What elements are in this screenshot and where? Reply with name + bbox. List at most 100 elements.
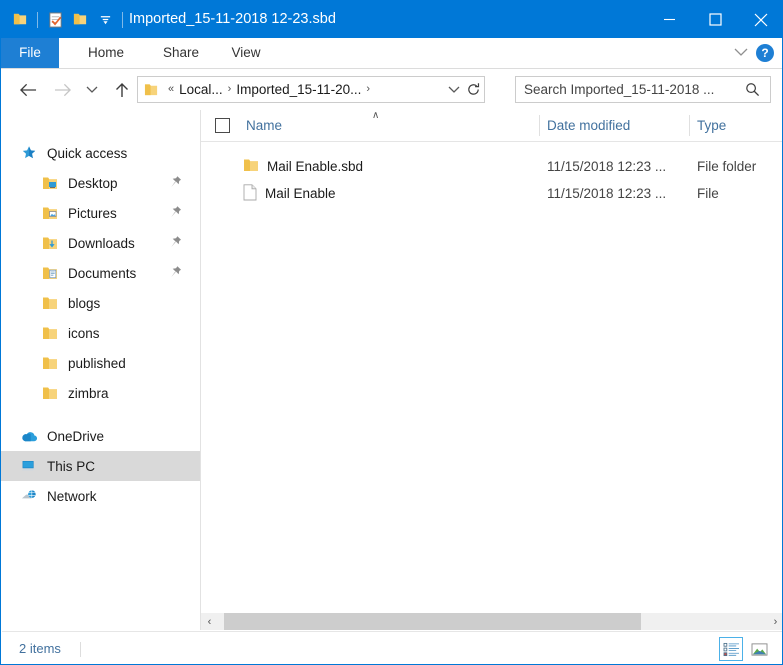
item-count-label: 2 items [19, 641, 61, 656]
column-header-name[interactable]: Name [246, 110, 282, 141]
file-icon [243, 183, 257, 204]
sidebar-item-zimbra[interactable]: zimbra [1, 378, 200, 408]
up-button[interactable] [109, 77, 135, 103]
column-header-type[interactable]: Type [697, 110, 726, 141]
sidebar-item-onedrive[interactable]: OneDrive [1, 421, 200, 451]
desktop-folder-icon [41, 174, 59, 192]
thumbnails-view-button[interactable] [747, 637, 771, 661]
table-row[interactable]: Mail Enable 11/15/2018 12:23 ... File [201, 180, 782, 207]
new-folder-icon[interactable] [69, 8, 91, 32]
table-row[interactable]: Mail Enable.sbd 11/15/2018 12:23 ... Fil… [201, 153, 782, 180]
file-explorer-window: Imported_15-11-2018 12-23.sbd File Home [0, 0, 783, 665]
sidebar-item-this-pc[interactable]: This PC [1, 451, 200, 481]
recent-locations-button[interactable] [79, 77, 105, 103]
sidebar-item-label: Quick access [47, 145, 128, 161]
sidebar-item-label: Downloads [68, 235, 135, 251]
qat-separator-2 [122, 11, 123, 28]
pictures-folder-icon [41, 204, 59, 222]
file-date-cell: 11/15/2018 12:23 ... [547, 159, 667, 174]
sidebar-item-pictures[interactable]: Pictures [1, 198, 200, 228]
sidebar-item-published[interactable]: published [1, 348, 200, 378]
folder-icon [41, 324, 59, 342]
file-date-cell: 11/15/2018 12:23 ... [547, 186, 667, 201]
maximize-button[interactable] [692, 1, 738, 38]
help-icon[interactable]: ? [756, 44, 774, 62]
search-icon[interactable] [745, 82, 770, 97]
file-name-cell[interactable]: Mail Enable [243, 183, 336, 204]
breadcrumb-overflow[interactable]: « [163, 84, 179, 95]
breadcrumb-folder-icon [144, 83, 159, 97]
customize-qat-icon[interactable] [94, 8, 116, 32]
pin-icon[interactable] [169, 235, 182, 253]
minimize-button[interactable] [646, 1, 692, 38]
quick-access-toolbar [9, 1, 126, 38]
tab-home[interactable]: Home [75, 38, 137, 68]
details-view-button[interactable] [719, 637, 743, 661]
this-pc-icon [20, 457, 38, 475]
scroll-left-icon[interactable]: ‹ [201, 613, 218, 630]
sidebar-item-network[interactable]: Network [1, 481, 200, 511]
sidebar-item-documents[interactable]: Documents [1, 258, 200, 288]
pin-icon[interactable] [169, 205, 182, 223]
cloud-icon [20, 427, 38, 445]
tab-file[interactable]: File [1, 38, 59, 68]
breadcrumb-separator-1[interactable]: › [361, 84, 375, 95]
folder-icon [41, 294, 59, 312]
column-divider-1[interactable] [539, 115, 540, 136]
tab-share[interactable]: Share [151, 38, 211, 68]
sidebar-item-label: Documents [68, 265, 137, 281]
properties-icon[interactable] [44, 8, 66, 32]
folder-icon[interactable] [9, 8, 31, 32]
navigation-pane: Quick access Desktop Pictures Downloads … [1, 110, 201, 630]
sidebar-item-label: icons [68, 325, 100, 341]
scrollbar-thumb[interactable] [224, 613, 641, 630]
sidebar-item-icons[interactable]: icons [1, 318, 200, 348]
breadcrumb-separator-0[interactable]: › [223, 84, 237, 95]
breadcrumb-item-0[interactable]: Local... [179, 82, 223, 97]
sidebar-item-label: zimbra [68, 385, 109, 401]
chevron-down-icon[interactable] [734, 44, 748, 62]
sidebar-item-desktop[interactable]: Desktop [1, 168, 200, 198]
file-name-label: Mail Enable.sbd [267, 159, 364, 174]
pin-icon[interactable] [169, 265, 182, 283]
folder-icon [243, 158, 259, 176]
search-box[interactable] [515, 76, 771, 103]
status-divider [80, 642, 81, 657]
network-icon [20, 487, 38, 505]
view-mode-buttons [719, 637, 771, 661]
close-button[interactable] [738, 1, 782, 38]
select-all-checkbox[interactable] [215, 118, 230, 133]
title-bar: Imported_15-11-2018 12-23.sbd [1, 1, 782, 38]
downloads-folder-icon [41, 234, 59, 252]
ribbon-tab-bar: File Home Share View ? [1, 38, 782, 69]
forward-button[interactable] [49, 77, 75, 103]
horizontal-scrollbar[interactable]: ‹ › [201, 613, 782, 630]
sidebar-item-label: Pictures [68, 205, 117, 221]
sidebar-item-quick-access[interactable]: Quick access [1, 138, 200, 168]
column-header-date-modified[interactable]: Date modified [547, 110, 630, 141]
qat-separator [37, 11, 38, 28]
file-name-label: Mail Enable [265, 186, 336, 201]
sidebar-item-blogs[interactable]: blogs [1, 288, 200, 318]
sidebar-item-downloads[interactable]: Downloads [1, 228, 200, 258]
folder-icon [41, 354, 59, 372]
breadcrumb-dropdown-icon[interactable] [448, 77, 460, 102]
star-icon [20, 144, 38, 162]
folder-icon [41, 384, 59, 402]
sidebar-item-label: This PC [47, 458, 96, 474]
ribbon-right-controls: ? [734, 38, 780, 68]
window-title: Imported_15-11-2018 12-23.sbd [129, 11, 336, 27]
documents-folder-icon [41, 264, 59, 282]
pin-icon[interactable] [169, 175, 182, 193]
sidebar-item-label: OneDrive [47, 428, 105, 444]
search-input[interactable] [516, 81, 745, 98]
window-controls [646, 1, 782, 38]
refresh-icon[interactable] [466, 77, 481, 102]
file-name-cell[interactable]: Mail Enable.sbd [243, 158, 363, 176]
breadcrumb-item-1[interactable]: Imported_15-11-20... [236, 82, 361, 97]
column-divider-2[interactable] [689, 115, 690, 136]
breadcrumb[interactable]: « Local... › Imported_15-11-20... › [137, 76, 485, 103]
back-button[interactable] [15, 77, 41, 103]
tab-view[interactable]: View [223, 38, 269, 68]
scroll-right-icon[interactable]: › [767, 613, 782, 630]
